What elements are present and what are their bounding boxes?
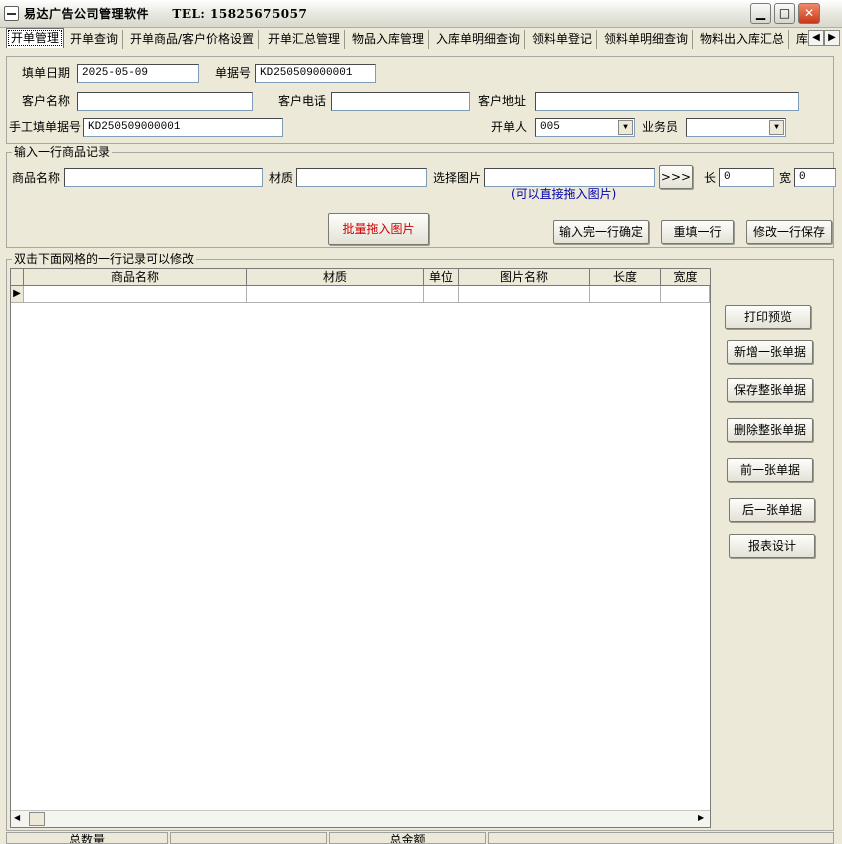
tab-scroll-right[interactable]: ▶ <box>824 30 840 46</box>
contact-tel: TEL: 15825675057 <box>172 7 308 21</box>
window-title: 易达广告公司管理软件 TEL: 15825675057 <box>24 5 307 22</box>
chevron-down-icon[interactable]: ▼ <box>769 120 784 135</box>
customer-address-field[interactable] <box>535 92 799 111</box>
material-field[interactable] <box>296 168 427 187</box>
grid-cell[interactable] <box>459 286 590 303</box>
customer-phone-label: 客户电话 <box>278 94 327 108</box>
arrow-right-icon: ▶ <box>828 32 836 43</box>
image-label: 选择图片 <box>433 171 482 185</box>
next-order-button[interactable]: 后一张单据 <box>729 498 815 522</box>
arrow-left-icon: ◀ <box>812 32 820 43</box>
confirm-row-button[interactable]: 输入完一行确定 <box>553 220 649 244</box>
tab-order-query[interactable]: 开单查询 <box>66 30 124 49</box>
grid-cell[interactable] <box>424 286 459 303</box>
length-field[interactable]: 0 <box>719 168 774 187</box>
drag-hint: (可以直接拖入图片) <box>511 187 617 201</box>
total-quantity-label: 总数量 <box>6 832 168 844</box>
column-header[interactable]: 商品名称 <box>24 269 247 286</box>
modify-save-button[interactable]: 修改一行保存 <box>746 220 832 244</box>
length-label: 长 <box>704 171 717 185</box>
scroll-left-icon[interactable]: ◀ <box>14 813 20 822</box>
tab-requisition-detail[interactable]: 领料单明细查询 <box>600 30 694 49</box>
manual-number-field[interactable]: KD250509000001 <box>83 118 283 137</box>
refill-row-button[interactable]: 重填一行 <box>661 220 734 244</box>
tab-stock-in-detail[interactable]: 入库单明细查询 <box>432 30 526 49</box>
product-name-field[interactable] <box>64 168 263 187</box>
column-header[interactable]: 长度 <box>590 269 661 286</box>
total-amount-label: 总金额 <box>329 832 486 844</box>
issuer-select[interactable]: 005 ▼ <box>535 118 635 137</box>
browse-image-button[interactable]: >>> <box>659 165 693 189</box>
total-quantity-value <box>170 832 327 844</box>
current-row-indicator-icon: ▶ <box>11 286 24 303</box>
total-amount-value <box>488 832 834 844</box>
grid-cell[interactable] <box>247 286 424 303</box>
material-label: 材质 <box>269 171 294 185</box>
chevron-down-icon[interactable]: ▼ <box>618 120 633 135</box>
close-icon: ✕ <box>803 6 815 20</box>
product-name-label: 商品名称 <box>12 171 61 185</box>
title-bar: 易达广告公司管理软件 TEL: 15825675057 ▁ □ ✕ <box>0 0 842 28</box>
delete-order-button[interactable]: 删除整张单据 <box>727 418 813 442</box>
row-header-corner <box>11 269 24 286</box>
save-order-button[interactable]: 保存整张单据 <box>727 378 813 402</box>
new-order-button[interactable]: 新增一张单据 <box>727 340 813 364</box>
tab-order-management[interactable]: 开单管理 <box>6 28 65 48</box>
grid-cell[interactable] <box>24 286 247 303</box>
tab-material-summary[interactable]: 物料出入库汇总 <box>696 30 790 49</box>
customer-name-label: 客户名称 <box>22 94 71 108</box>
print-preview-button[interactable]: 打印预览 <box>725 305 811 329</box>
records-grid[interactable]: 商品名称 材质 单位 图片名称 长度 宽度 ▶ ◀ ▶ <box>10 268 711 828</box>
customer-phone-field[interactable] <box>331 92 470 111</box>
tab-requisition[interactable]: 领料单登记 <box>528 30 598 49</box>
tab-scroll-left[interactable]: ◀ <box>808 30 824 46</box>
customer-address-label: 客户地址 <box>478 94 527 108</box>
report-design-button[interactable]: 报表设计 <box>729 534 815 558</box>
width-field[interactable]: 0 <box>794 168 836 187</box>
column-header[interactable]: 宽度 <box>661 269 710 286</box>
close-button[interactable]: ✕ <box>798 3 820 24</box>
date-field[interactable]: 2025-05-09 <box>77 64 199 83</box>
width-label: 宽 <box>779 171 792 185</box>
salesman-label: 业务员 <box>642 120 679 134</box>
grid-cell[interactable] <box>590 286 661 303</box>
maximize-button[interactable]: □ <box>774 3 795 24</box>
manual-number-label: 手工填单据号 <box>9 120 82 134</box>
number-label: 单据号 <box>215 66 252 80</box>
scroll-right-icon[interactable]: ▶ <box>698 813 704 822</box>
number-field[interactable]: KD250509000001 <box>255 64 376 83</box>
minimize-icon: ▁ <box>755 6 766 20</box>
customer-name-field[interactable] <box>77 92 253 111</box>
batch-drag-button[interactable]: 批量拖入图片 <box>328 213 429 245</box>
tab-stock-in[interactable]: 物品入库管理 <box>348 30 430 49</box>
input-row-legend: 输入一行商品记录 <box>12 145 113 159</box>
salesman-select[interactable]: ▼ <box>686 118 786 137</box>
column-header[interactable]: 材质 <box>247 269 424 286</box>
grid-cell[interactable] <box>661 286 710 303</box>
system-menu-icon[interactable] <box>4 6 19 21</box>
column-header[interactable]: 单位 <box>424 269 459 286</box>
scroll-thumb[interactable] <box>29 812 45 826</box>
horizontal-scrollbar[interactable]: ◀ ▶ <box>11 810 710 827</box>
issuer-value: 005 <box>540 121 560 133</box>
maximize-icon: □ <box>778 6 791 20</box>
grid-legend: 双击下面网格的一行记录可以修改 <box>12 252 197 266</box>
tab-strip: 开单管理 开单查询 开单商品/客户价格设置 开单汇总管理 物品入库管理 入库单明… <box>0 28 842 50</box>
tab-order-summary[interactable]: 开单汇总管理 <box>264 30 346 49</box>
tab-price-settings[interactable]: 开单商品/客户价格设置 <box>126 30 260 49</box>
date-label: 填单日期 <box>22 66 71 80</box>
issuer-label: 开单人 <box>491 120 528 134</box>
previous-order-button[interactable]: 前一张单据 <box>727 458 813 482</box>
column-header[interactable]: 图片名称 <box>459 269 590 286</box>
minimize-button[interactable]: ▁ <box>750 3 771 24</box>
app-name: 易达广告公司管理软件 <box>24 7 150 21</box>
